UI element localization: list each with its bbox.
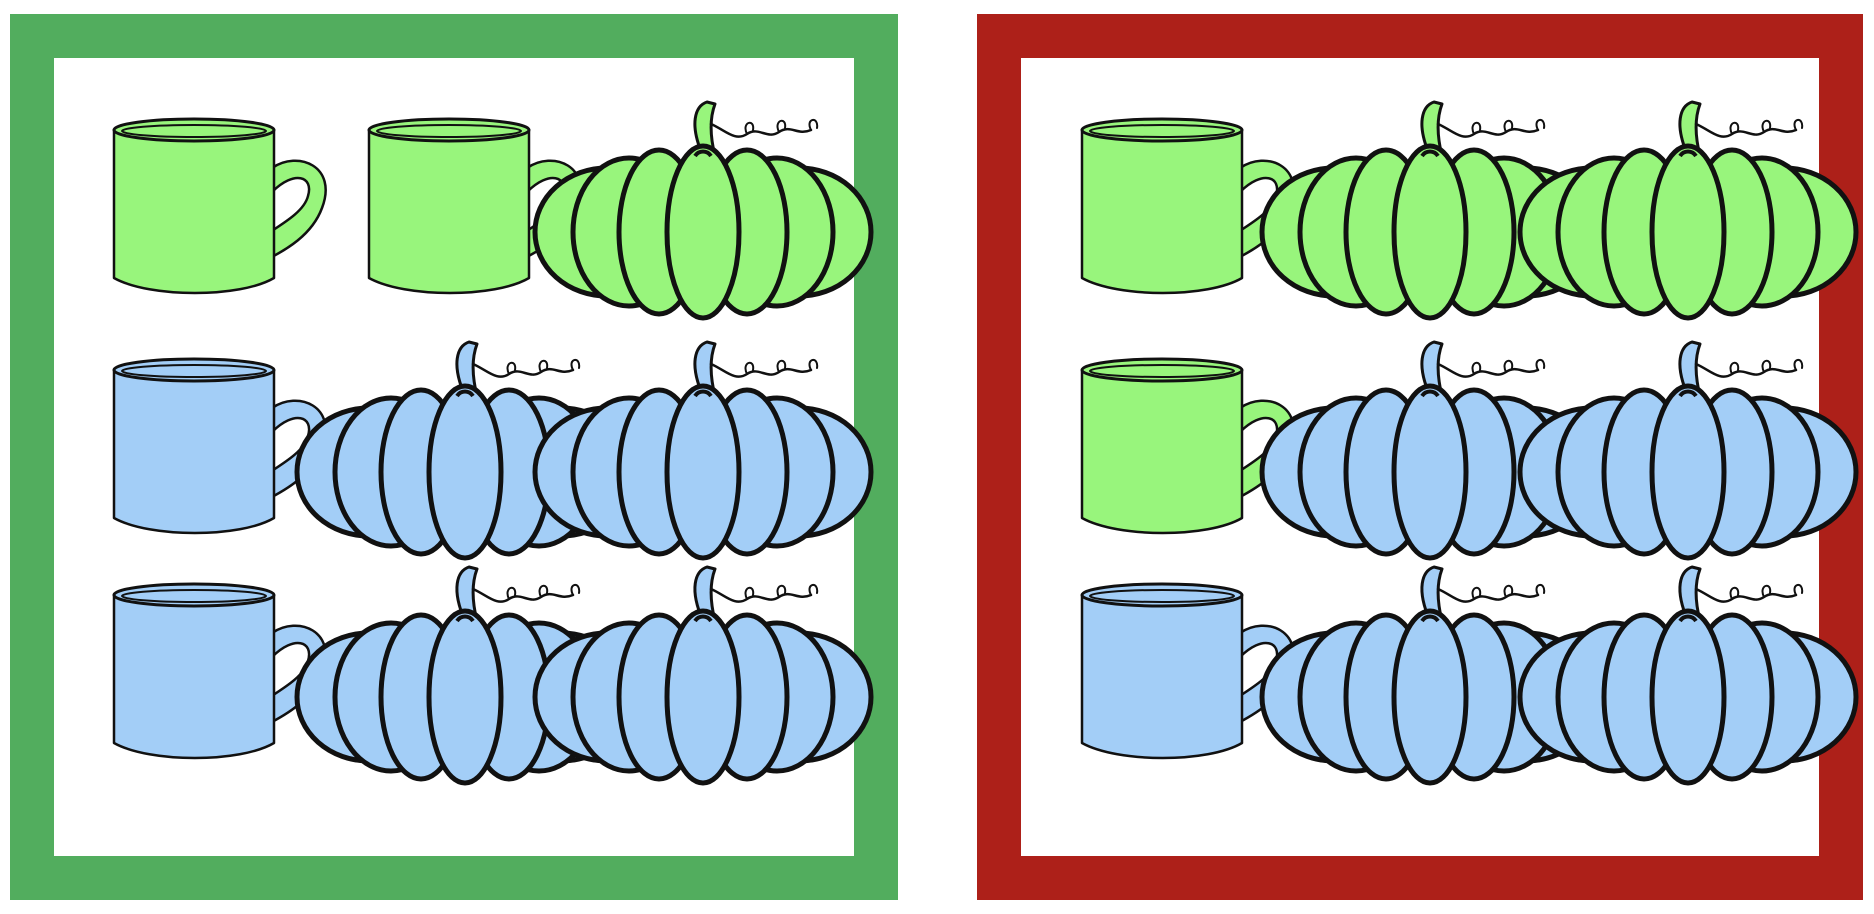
pumpkin-icon [1517,100,1859,321]
pumpkin-icon [532,565,874,786]
pumpkin-icon [532,100,874,321]
mug-icon [90,565,330,775]
pumpkin-icon [1259,340,1601,561]
mug-icon [1058,100,1298,310]
mug-icon [1058,565,1298,775]
pumpkin-icon [1259,100,1601,321]
mug-icon [90,100,330,310]
mug-icon [90,340,330,550]
pumpkin-icon [1517,565,1859,786]
pumpkin-icon [532,340,874,561]
pumpkin-icon [1517,340,1859,561]
pumpkin-icon [1259,565,1601,786]
mug-icon [1058,340,1298,550]
